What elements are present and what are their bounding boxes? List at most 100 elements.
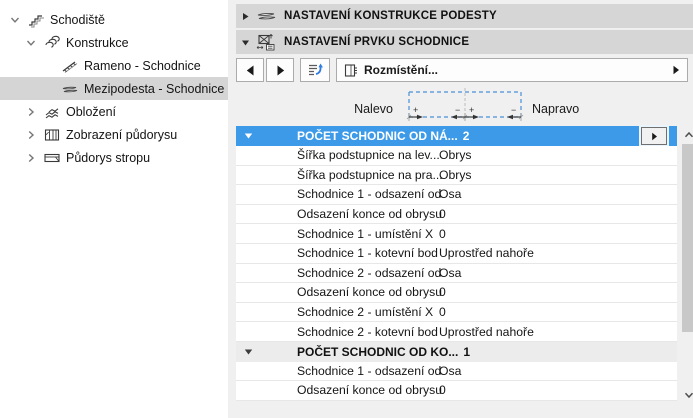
row-value[interactable]: Osa: [439, 187, 461, 201]
floor-plan-icon: [42, 126, 62, 144]
table-row[interactable]: Odsazení konce od obrysu 0: [236, 204, 677, 225]
tree-item-mezipodesta-schodnice[interactable]: Mezipodesta - Schodnice: [0, 77, 228, 100]
section-header-nastaveni-prvku-schodnice[interactable]: NASTAVENÍ PRVKU SCHODNICE: [236, 30, 693, 54]
tree-item-label: Rameno - Schodnice: [84, 58, 201, 73]
tree-item-konstrukce[interactable]: Konstrukce: [0, 31, 228, 54]
stringer-settings-icon: [254, 32, 278, 52]
triangle-down-icon[interactable]: [244, 132, 256, 140]
svg-text:−: −: [511, 105, 516, 115]
table-row[interactable]: Šířka podstupnice na pra... Obrys: [236, 165, 677, 186]
table-row[interactable]: Schodnice 2 - kotevní bod Uprostřed naho…: [236, 322, 677, 342]
finish-icon: [42, 103, 62, 121]
group-value: 1: [463, 344, 471, 359]
triangle-left-icon: [246, 65, 253, 75]
section-header-nastaveni-konstrukce-podesty[interactable]: NASTAVENÍ KONSTRUKCE PODESTY: [236, 4, 693, 28]
svg-text:+: +: [413, 105, 418, 115]
table-row[interactable]: Schodnice 1 - odsazení od Osa: [236, 361, 677, 382]
table-row[interactable]: Schodnice 2 - umístění X 0: [236, 302, 677, 323]
chevron-down-icon: [684, 392, 693, 399]
triangle-right-icon: [277, 65, 284, 75]
transfer-settings-icon: [309, 63, 323, 76]
settings-panel: NASTAVENÍ KONSTRUKCE PODESTY NASTAVENÍ P…: [228, 0, 693, 418]
stair-settings-window: Schodiště Konstrukce Rameno - Schodnice …: [0, 0, 693, 418]
next-item-button[interactable]: [266, 58, 294, 82]
group-value: 2: [462, 129, 470, 143]
row-value[interactable]: Osa: [439, 266, 461, 280]
scroll-down-button[interactable]: [681, 388, 693, 402]
ceiling-plan-icon: [42, 149, 62, 167]
table-group-header[interactable]: POČET SCHODNIC OD KO... 1: [236, 341, 677, 362]
chevron-down-icon[interactable]: [24, 36, 38, 50]
chevron-down-icon[interactable]: [8, 13, 22, 27]
row-value[interactable]: 0: [439, 227, 446, 241]
table-row[interactable]: Schodnice 1 - odsazení od Osa: [236, 185, 677, 205]
scrollbar-thumb[interactable]: [682, 144, 693, 332]
row-value[interactable]: Osa: [439, 364, 461, 378]
table-scrollbar[interactable]: [681, 126, 693, 404]
row-label: Odsazení konce od obrysu: [297, 285, 442, 300]
row-label: Odsazení konce od obrysu: [297, 207, 442, 222]
stair-structure-tree: Schodiště Konstrukce Rameno - Schodnice …: [0, 0, 228, 418]
row-label: Schodnice 2 - odsazení od: [297, 265, 442, 280]
tree-item-label: Zobrazení půdorysu: [66, 127, 178, 142]
table-row[interactable]: Schodnice 1 - umístění X 0: [236, 224, 677, 244]
tree-item-label: Půdorys stropu: [66, 150, 151, 165]
tree-item-label: Mezipodesta - Schodnice: [84, 81, 225, 96]
row-value[interactable]: 0: [439, 207, 446, 221]
row-value[interactable]: 0: [439, 383, 446, 397]
row-label: Šířka podstupnice na pra...: [297, 167, 443, 182]
row-value[interactable]: Obrys: [439, 168, 472, 182]
group-label: POČET SCHODNIC OD KO...: [297, 344, 459, 359]
dropdown-selected-label: Rozmístění...: [364, 63, 439, 77]
triangle-down-icon[interactable]: [236, 38, 254, 47]
rozmisteni-dropdown[interactable]: Rozmístění...: [336, 58, 688, 82]
section-title: NASTAVENÍ PRVKU SCHODNICE: [284, 36, 470, 48]
placement-diagram: + − + −: [406, 88, 524, 121]
structure-icon: [42, 34, 62, 52]
tree-item-label: Konstrukce: [66, 35, 129, 50]
landing-stringer-icon: [60, 80, 80, 98]
table-row[interactable]: Odsazení konce od obrysu 0: [236, 381, 677, 401]
row-value[interactable]: Uprostřed nahoře: [439, 246, 534, 260]
row-value[interactable]: Obrys: [439, 148, 472, 162]
chevron-right-icon[interactable]: [24, 128, 38, 142]
stringer-placement-preview: Nalevo Napravo + − + −: [236, 86, 693, 124]
triangle-down-icon[interactable]: [244, 348, 256, 356]
row-label: Schodnice 2 - umístění X: [297, 305, 434, 320]
section-title: NASTAVENÍ KONSTRUKCE PODESTY: [284, 10, 497, 22]
landing-structure-icon: [254, 6, 278, 26]
row-label: Odsazení konce od obrysu: [297, 383, 442, 398]
row-value[interactable]: 0: [439, 305, 446, 319]
svg-text:−: −: [455, 105, 460, 115]
flight-stringer-icon: [60, 57, 80, 75]
tree-item-label: Obložení: [66, 104, 117, 119]
tree-item-label: Schodiště: [50, 12, 105, 27]
triangle-right-icon: [673, 65, 679, 75]
tree-item-pudorys-stropu[interactable]: Půdorys stropu: [0, 146, 228, 169]
table-row[interactable]: Schodnice 1 - kotevní bod Uprostřed naho…: [236, 243, 677, 264]
chevron-right-icon[interactable]: [24, 105, 38, 119]
transfer-settings-button[interactable]: [300, 58, 330, 82]
svg-text:+: +: [469, 105, 474, 115]
group-options-button[interactable]: [639, 125, 669, 147]
table-group-header-selected[interactable]: POČET SCHODNIC OD NÁ... 2: [236, 125, 677, 147]
row-label: Schodnice 2 - kotevní bod: [297, 324, 438, 339]
row-value[interactable]: Uprostřed nahoře: [439, 325, 534, 339]
row-label: Schodnice 1 - odsazení od: [297, 187, 442, 202]
tree-item-schodiste[interactable]: Schodiště: [0, 8, 228, 31]
table-row[interactable]: Odsazení konce od obrysu 0: [236, 283, 677, 303]
schodnice-toolbar: Rozmístění...: [236, 58, 693, 82]
chevron-right-icon[interactable]: [24, 151, 38, 165]
tree-item-zobrazeni-pudorysu[interactable]: Zobrazení půdorysu: [0, 123, 228, 146]
stringer-property-table: POČET SCHODNIC OD NÁ... 2 Šířka podstupn…: [236, 125, 677, 401]
group-label: POČET SCHODNIC OD NÁ...: [297, 129, 458, 143]
triangle-right-icon[interactable]: [236, 12, 254, 21]
table-row[interactable]: Šířka podstupnice na lev... Obrys: [236, 146, 677, 166]
table-row[interactable]: Schodnice 2 - odsazení od Osa: [236, 263, 677, 284]
preview-left-label: Nalevo: [354, 102, 393, 116]
tree-item-rameno-schodnice[interactable]: Rameno - Schodnice: [0, 54, 228, 77]
tree-item-oblozeni[interactable]: Obložení: [0, 100, 228, 123]
scroll-up-button[interactable]: [681, 128, 693, 142]
row-value[interactable]: 0: [439, 285, 446, 299]
previous-item-button[interactable]: [236, 58, 264, 82]
